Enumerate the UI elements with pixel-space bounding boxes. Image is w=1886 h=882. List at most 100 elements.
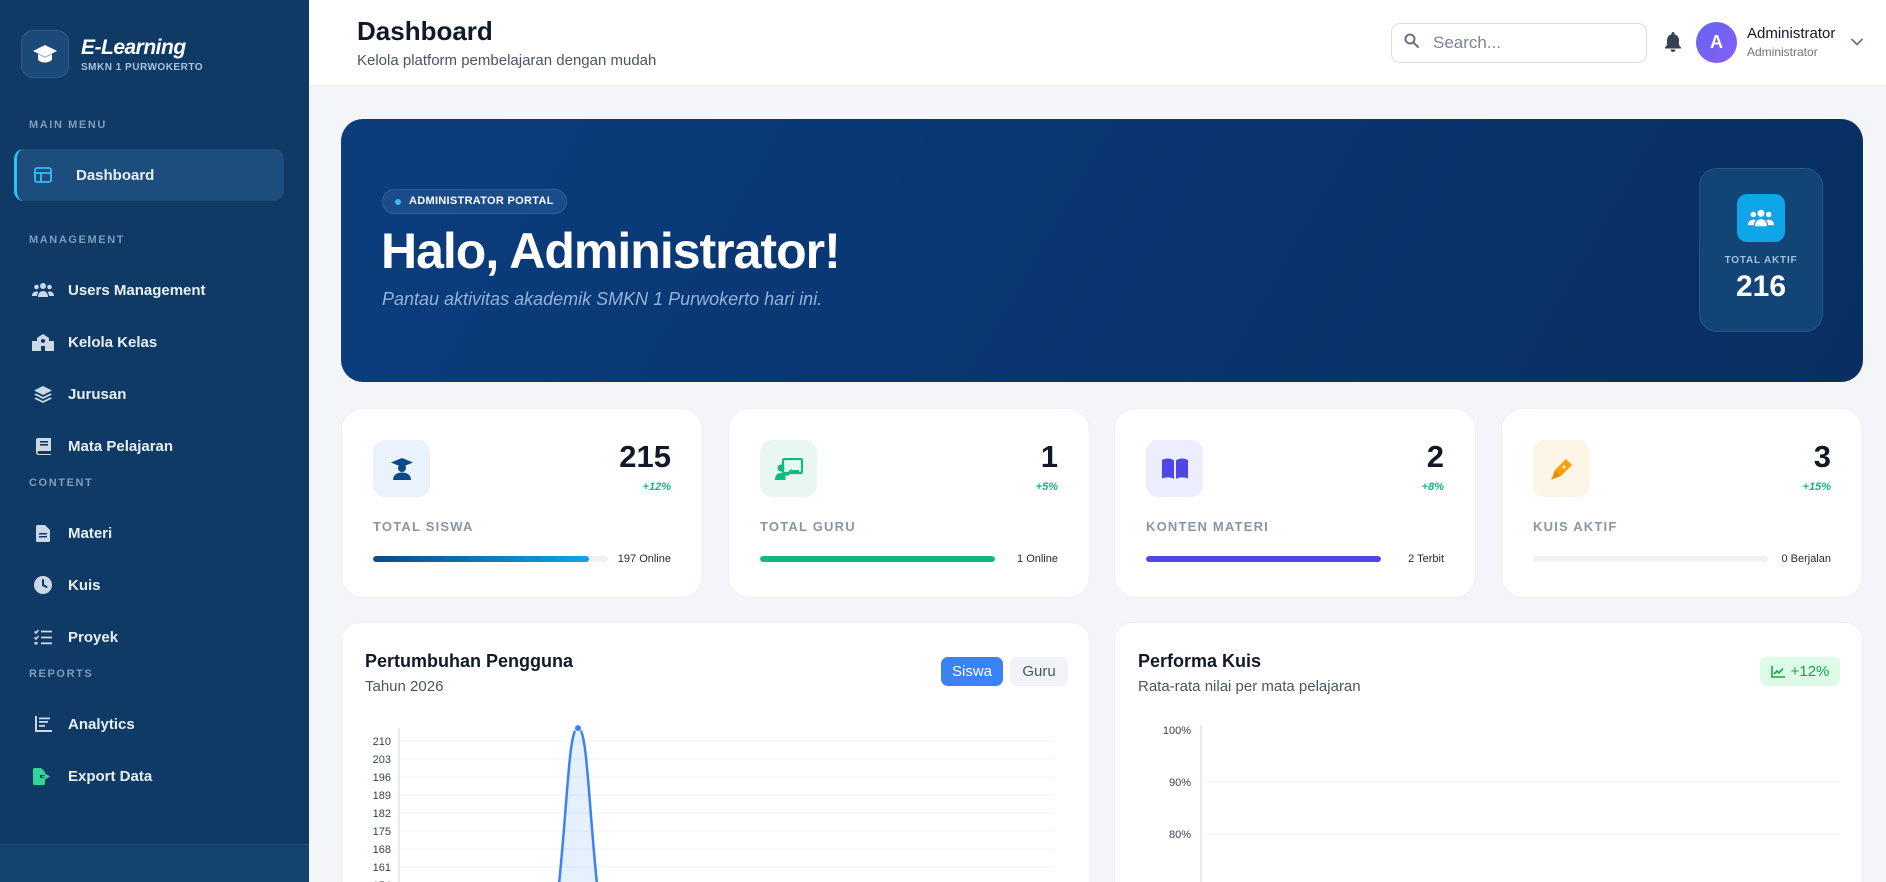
progress-fill [1146, 556, 1381, 562]
users-icon [32, 279, 54, 301]
y-tick-label: 196 [373, 772, 391, 784]
y-tick-label: 161 [373, 862, 391, 874]
y-tick-label: 175 [373, 826, 391, 838]
sidebar-item-label: Dashboard [76, 166, 155, 184]
brand[interactable]: E-Learning SMKN 1 PURWOKERTO [21, 30, 203, 78]
section-main-menu: MAIN MENU [29, 119, 107, 131]
stat-label: KONTEN MATERI [1146, 519, 1269, 534]
total-active-card: TOTAL AKTIF 216 [1699, 168, 1823, 332]
stat-trend: +5% [1035, 481, 1058, 493]
sidebar-item-label: Mata Pelajaran [68, 437, 174, 455]
stat-card-total-guru: 1 +5% TOTAL GURU 1 Online [728, 408, 1090, 598]
layers-icon [32, 383, 54, 405]
sidebar-item-label: Kuis [68, 576, 101, 594]
brand-subtitle: SMKN 1 PURWOKERTO [81, 61, 204, 73]
users-icon [1737, 194, 1785, 242]
clock-icon [32, 574, 54, 596]
stat-label: TOTAL GURU [760, 519, 856, 534]
y-tick-label: 189 [373, 790, 391, 802]
y-tick-label: 203 [373, 754, 391, 766]
stat-card-konten-materi: 2 +8% KONTEN MATERI 2 Terbit [1114, 408, 1476, 598]
section-reports: REPORTS [29, 668, 94, 680]
stat-card-kuis-aktif: 3 +15% KUIS AKTIF 0 Berjalan [1501, 408, 1863, 598]
export-icon [32, 765, 54, 787]
brand-title: E-Learning [81, 35, 186, 59]
sidebar: E-Learning SMKN 1 PURWOKERTO MAIN MENU D… [0, 0, 309, 882]
stat-note: 0 Berjalan [1781, 553, 1831, 565]
growth-chart-panel: Pertumbuhan Pengguna Tahun 2026 Siswa Gu… [341, 622, 1090, 882]
sidebar-item-label: Users Management [68, 281, 206, 299]
progress-fill [373, 556, 590, 562]
sidebar-item-analytics[interactable]: Analytics [14, 698, 284, 750]
sidebar-item-label: Proyek [68, 628, 119, 646]
stat-value: 2 [1426, 439, 1444, 474]
total-active-value: 216 [1735, 270, 1787, 303]
sidebar-item-proyek[interactable]: Proyek [14, 611, 284, 663]
sidebar-item-label: Kelola Kelas [68, 333, 158, 351]
stat-card-total-siswa: 215 +12% TOTAL SISWA 197 Online [341, 408, 703, 598]
book-icon [32, 435, 54, 457]
search-icon [1404, 33, 1419, 53]
y-tick-label: 100% [1163, 725, 1191, 737]
stat-label: KUIS AKTIF [1533, 519, 1618, 534]
sidebar-item-label: Jurusan [68, 385, 127, 403]
avatar[interactable]: A [1696, 22, 1737, 63]
progress-track [373, 556, 608, 562]
stat-note: 197 Online [617, 553, 671, 565]
grid-icon [32, 164, 54, 186]
progress-fill [760, 556, 995, 562]
page-title: Dashboard [357, 16, 493, 46]
search-box[interactable] [1391, 23, 1647, 63]
progress-track [1533, 556, 1768, 562]
y-tick-label: 182 [373, 808, 391, 820]
chart-icon [32, 713, 54, 735]
sidebar-item-export-data[interactable]: Export Data [14, 750, 284, 802]
sidebar-item-mata-pelajaran[interactable]: Mata Pelajaran [14, 420, 284, 472]
pen-icon [1533, 440, 1590, 497]
y-tick-label: 80% [1169, 829, 1191, 841]
welcome-title: Halo, Administrator! [381, 223, 841, 279]
stat-trend: +15% [1802, 481, 1831, 493]
teacher-icon [760, 440, 817, 497]
sidebar-item-kelola-kelas[interactable]: Kelola Kelas [14, 316, 284, 368]
total-active-label: TOTAL AKTIF [1724, 255, 1798, 266]
sidebar-item-label: Materi [68, 524, 113, 542]
stat-value: 215 [619, 439, 671, 474]
user-name[interactable]: Administrator [1747, 25, 1835, 42]
file-icon [32, 522, 54, 544]
sidebar-item-users-management[interactable]: Users Management [14, 264, 284, 316]
portal-badge: ADMINISTRATOR PORTAL [382, 189, 567, 214]
sidebar-item-label: Export Data [68, 767, 153, 785]
sidebar-item-dashboard[interactable]: Dashboard [14, 149, 284, 201]
progress-track [1146, 556, 1381, 562]
section-management: MANAGEMENT [29, 234, 126, 246]
welcome-subtitle: Pantau aktivitas akademik SMKN 1 Purwoke… [382, 289, 823, 309]
y-tick-label: 90% [1169, 777, 1191, 789]
growth-chart: 210203196189182175168161154 [373, 724, 1054, 882]
topbar: Dashboard Kelola platform pembelajaran d… [309, 0, 1886, 86]
sidebar-item-jurusan[interactable]: Jurusan [14, 368, 284, 420]
data-point [574, 724, 582, 733]
sidebar-footer [0, 844, 309, 882]
student-icon [373, 440, 430, 497]
user-role: Administrator [1747, 45, 1818, 59]
welcome-banner: ADMINISTRATOR PORTAL Halo, Administrator… [341, 119, 1863, 382]
sidebar-item-kuis[interactable]: Kuis [14, 559, 284, 611]
y-tick-label: 168 [373, 844, 391, 856]
progress-track [760, 556, 995, 562]
stat-label: TOTAL SISWA [373, 519, 474, 534]
tasks-icon [32, 626, 54, 648]
stat-trend: +12% [642, 481, 671, 493]
search-input[interactable] [1433, 33, 1623, 53]
sidebar-item-materi[interactable]: Materi [14, 507, 284, 559]
page-subtitle: Kelola platform pembelajaran dengan muda… [357, 52, 657, 69]
stat-note: 1 Online [1017, 553, 1058, 565]
quiz-chart-panel: Performa Kuis Rata-rata nilai per mata p… [1114, 622, 1863, 882]
quiz-chart: 100%90%80%70% [1163, 725, 1840, 882]
stat-value: 1 [1040, 439, 1058, 474]
y-tick-label: 210 [373, 736, 391, 748]
sidebar-item-label: Analytics [68, 715, 135, 733]
bell-icon[interactable] [1661, 30, 1685, 54]
chevron-down-icon[interactable] [1850, 34, 1864, 52]
open-book-icon [1146, 440, 1203, 497]
